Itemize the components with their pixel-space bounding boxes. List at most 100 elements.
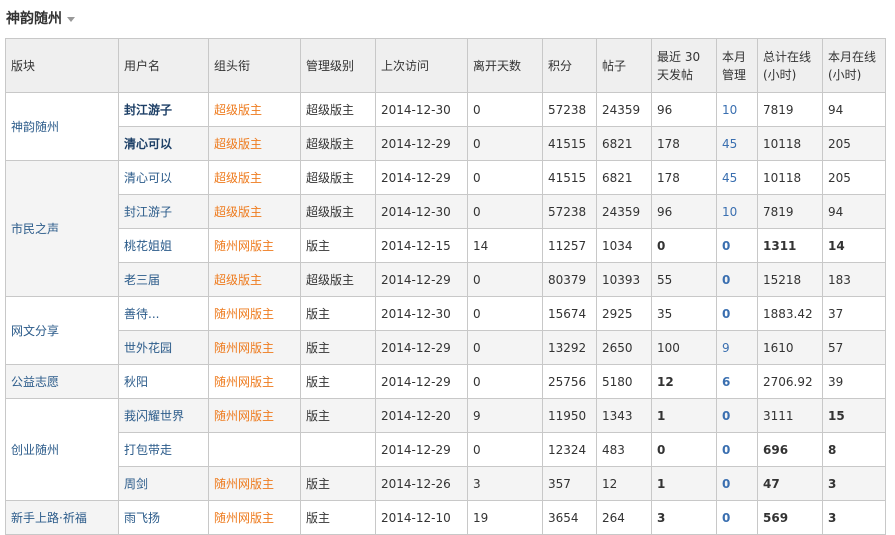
days-away: 0 [467, 92, 543, 127]
table-row: 创业随州 莪闪耀世界 随州网版主 版主 2014-12-20 9 11950 1343 1 0 31… [5, 398, 886, 501]
group-title-text: 超级版主 [214, 205, 263, 219]
points-text: 57238 [548, 204, 587, 219]
monthly-management-text[interactable]: 45 [722, 137, 737, 151]
monthly-management[interactable]: 10 [716, 194, 758, 229]
username-link-text[interactable]: 周剑 [124, 477, 148, 491]
monthly-management[interactable]: 0 [716, 296, 758, 331]
board-link-text[interactable]: 新手上路·祈福 [11, 511, 87, 525]
last-visit: 2014-12-29 [375, 160, 468, 195]
page-title-bar[interactable]: 神韵随州 [6, 8, 75, 28]
month-online-text: 8 [828, 442, 837, 457]
username-link-text[interactable]: 莪闪耀世界 [124, 409, 184, 423]
username-link-text[interactable]: 桃花姐姐 [124, 239, 172, 253]
posts-30-days: 96 [651, 92, 717, 127]
monthly-management-text[interactable]: 0 [722, 409, 730, 423]
monthly-management[interactable]: 9 [716, 330, 758, 365]
board-link-text[interactable]: 创业随州 [11, 443, 59, 457]
board-link[interactable]: 市民之声 [5, 160, 119, 297]
month-online-text: 183 [828, 272, 851, 287]
monthly-management-text[interactable]: 0 [722, 511, 730, 525]
monthly-management[interactable]: 0 [716, 500, 758, 535]
monthly-management[interactable]: 0 [716, 262, 758, 297]
monthly-management-text[interactable]: 6 [722, 375, 730, 389]
username-link[interactable]: 清心可以 [118, 160, 209, 195]
admin-level: 超级版主 [300, 262, 376, 297]
header-cell: 帖子 [596, 38, 652, 93]
username-link[interactable]: 秋阳 [118, 364, 209, 399]
posts: 24359 [596, 92, 652, 127]
board-link-text[interactable]: 神韵随州 [11, 120, 59, 134]
monthly-management-text[interactable]: 0 [722, 307, 730, 321]
username-link-text[interactable]: 秋阳 [124, 375, 148, 389]
board-link[interactable]: 网文分享 [5, 296, 119, 365]
monthly-management[interactable]: 0 [716, 228, 758, 263]
points-text: 15674 [548, 306, 587, 321]
monthly-management-text[interactable]: 0 [722, 239, 730, 253]
username-link[interactable]: 老三届 [118, 262, 209, 297]
month-online: 8 [822, 432, 886, 467]
monthly-management[interactable]: 6 [716, 364, 758, 399]
board-link[interactable]: 公益志愿 [5, 364, 119, 399]
group-title [208, 432, 301, 467]
month-online: 15 [822, 398, 886, 433]
username-link[interactable]: 雨飞扬 [118, 500, 209, 535]
username-link[interactable]: 莪闪耀世界 [118, 398, 209, 433]
username-link-text[interactable]: 世外花园 [124, 341, 172, 355]
month-online: 39 [822, 364, 886, 399]
monthly-management[interactable]: 45 [716, 160, 758, 195]
month-online-text: 39 [828, 374, 844, 389]
monthly-management-text[interactable]: 0 [722, 443, 730, 457]
board-link[interactable]: 神韵随州 [5, 92, 119, 161]
username-link[interactable]: 打包带走 [118, 432, 209, 467]
monthly-management[interactable]: 0 [716, 432, 758, 467]
points-text: 11257 [548, 238, 587, 253]
monthly-management-text[interactable]: 45 [722, 171, 737, 185]
last-visit-text: 2014-12-29 [381, 272, 451, 287]
username-link-text[interactable]: 封江游子 [124, 103, 172, 117]
monthly-management[interactable]: 45 [716, 126, 758, 161]
username-link-text[interactable]: 封江游子 [124, 205, 172, 219]
username-link-text[interactable]: 老三届 [124, 273, 160, 287]
username-link-text[interactable]: 雨飞扬 [124, 511, 160, 525]
username-link-text[interactable]: 清心可以 [124, 137, 172, 151]
username-link-text[interactable]: 清心可以 [124, 171, 172, 185]
monthly-management[interactable]: 10 [716, 92, 758, 127]
monthly-management[interactable]: 0 [716, 398, 758, 433]
admin-level: 超级版主 [300, 194, 376, 229]
monthly-management-text[interactable]: 0 [722, 273, 730, 287]
board-link-text[interactable]: 公益志愿 [11, 375, 59, 389]
monthly-management-text[interactable]: 10 [722, 205, 737, 219]
days-away-text: 9 [473, 408, 481, 423]
username-link[interactable]: 清心可以 [118, 126, 209, 161]
username-link[interactable]: 世外花园 [118, 330, 209, 365]
username-link[interactable]: 桃花姐姐 [118, 228, 209, 263]
admin-level: 超级版主 [300, 160, 376, 195]
board-link-text[interactable]: 市民之声 [11, 222, 59, 236]
posts-30-days: 1 [651, 398, 717, 433]
monthly-management-text[interactable]: 10 [722, 103, 737, 117]
monthly-management[interactable]: 0 [716, 466, 758, 501]
points: 25756 [542, 364, 597, 399]
days-away-text: 0 [473, 442, 481, 457]
table-row: 老三届 超级版主 超级版主 2014-12-29 0 80379 10393 55 0 15218… [6, 262, 886, 297]
board-link[interactable]: 创业随州 [5, 398, 119, 501]
total-online: 47 [757, 466, 823, 501]
table-row: 新手上路·祈福 雨飞扬 随州网版主 版主 2014-12-10 19 3654 264 3 0 56… [5, 500, 886, 535]
points: 80379 [542, 262, 597, 297]
username-link-text[interactable]: 善待... [124, 307, 159, 321]
username-link[interactable]: 封江游子 [118, 92, 209, 127]
group-title: 随州网版主 [208, 398, 301, 433]
last-visit: 2014-12-26 [375, 466, 468, 501]
posts: 5180 [596, 364, 652, 399]
total-online-text: 1311 [763, 238, 797, 253]
username-link-text[interactable]: 打包带走 [124, 443, 172, 457]
monthly-management-text[interactable]: 0 [722, 477, 730, 491]
username-link[interactable]: 封江游子 [118, 194, 209, 229]
monthly-management-text[interactable]: 9 [722, 341, 730, 355]
chevron-down-icon[interactable] [67, 16, 75, 22]
username-link[interactable]: 善待... [118, 296, 209, 331]
board-link[interactable]: 新手上路·祈福 [5, 500, 119, 535]
board-link-text[interactable]: 网文分享 [11, 324, 59, 338]
admin-level: 版主 [300, 296, 376, 331]
username-link[interactable]: 周剑 [118, 466, 209, 501]
